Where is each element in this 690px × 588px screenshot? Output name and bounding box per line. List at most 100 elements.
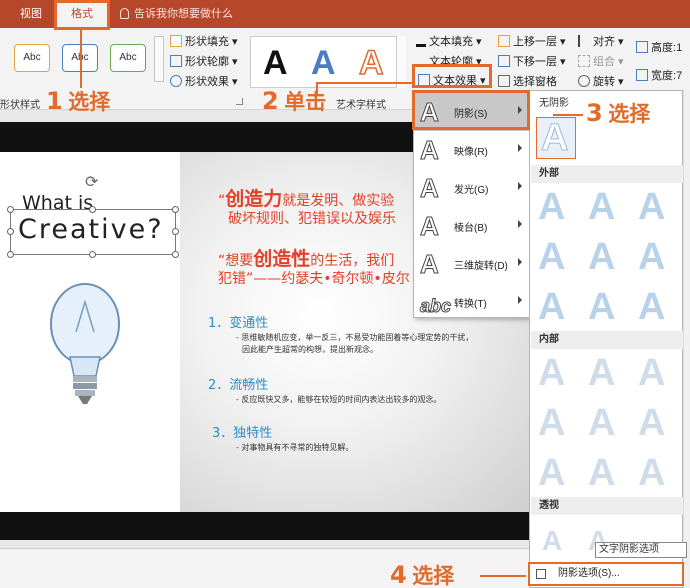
shadow-inner-5[interactable]: A: [588, 403, 615, 443]
menu-item-transform[interactable]: abc 转换(T): [414, 283, 529, 321]
annotation-line: [480, 575, 526, 577]
menu-item-3d-rotation[interactable]: A 三维旋转(D): [414, 245, 529, 283]
chevron-right-icon: [518, 182, 522, 190]
shadow-outer-1[interactable]: A: [538, 187, 565, 227]
tell-me-search[interactable]: 告诉我你想要做什么: [134, 0, 233, 28]
group-button[interactable]: 组合 ▾: [578, 54, 624, 70]
annotation-line: [80, 30, 82, 88]
slide-title-line2[interactable]: Creative?: [18, 214, 164, 245]
chevron-right-icon: [518, 220, 522, 228]
section-desc: - 对事物具有不寻常的独特见解。: [236, 443, 354, 452]
annotation-line: [316, 82, 412, 84]
section-desc: - 思维敏随机应变，举一反三，不易受功能固着等心理定势的干扰， 因此能产生超常的构…: [236, 333, 474, 354]
3d-rotation-icon: A: [420, 249, 440, 280]
selection-pane-icon: [498, 75, 510, 87]
tab-view[interactable]: 视图: [10, 0, 52, 28]
tooltip: 文字阴影选项: [595, 542, 687, 558]
shadow-inner-9[interactable]: A: [638, 453, 665, 493]
selection-pane-button[interactable]: 选择窗格: [498, 74, 557, 90]
annotation-line: [553, 114, 583, 116]
shadow-perspective-1[interactable]: A: [542, 521, 562, 561]
menu-item-bevel[interactable]: A 棱台(B): [414, 207, 529, 245]
shape-styles-group-label: 形状样式: [0, 100, 40, 111]
width-field[interactable]: 宽度:7: [636, 68, 682, 84]
shadow-outer-8[interactable]: A: [588, 287, 615, 327]
shadow-inner-4[interactable]: A: [538, 403, 565, 443]
height-icon: [636, 41, 648, 53]
wordart-sample-blue[interactable]: A: [311, 45, 336, 81]
effects-icon: [170, 75, 182, 87]
wordart-styles-group-label: 艺术字样式: [336, 100, 386, 111]
wordart-scroll[interactable]: [396, 36, 406, 88]
wordart-sample-black[interactable]: A: [263, 45, 288, 81]
shadow-inner-8[interactable]: A: [588, 453, 615, 493]
transform-icon: abc: [419, 296, 452, 317]
shape-styles-scroll[interactable]: [154, 36, 164, 82]
shape-fill-button[interactable]: 形状填充 ▾: [170, 34, 238, 50]
no-shadow-option[interactable]: A: [536, 117, 576, 159]
shadow-outer-9[interactable]: A: [638, 287, 665, 327]
dialog-launcher-icon[interactable]: [236, 98, 243, 105]
height-field[interactable]: 高度:1: [636, 40, 682, 56]
shape-style-sample-1[interactable]: Abc: [14, 44, 50, 72]
resize-handle[interactable]: [7, 251, 14, 258]
resize-handle[interactable]: [89, 251, 96, 258]
shape-outline-button[interactable]: 形状轮廓 ▾: [170, 54, 238, 70]
annotation-box-options: [528, 562, 684, 586]
lightbulb-icon: [120, 8, 129, 19]
shadow-inner-3[interactable]: A: [638, 353, 665, 393]
resize-handle[interactable]: [7, 228, 14, 235]
bring-forward-icon: [498, 35, 510, 47]
no-shadow-sample-icon: A: [540, 117, 569, 159]
paint-bucket-icon: [170, 35, 182, 47]
shadow-inner-6[interactable]: A: [638, 403, 665, 443]
lightbulb-illustration: [50, 283, 120, 404]
section-title: 2．流畅性: [208, 378, 269, 393]
annotation-3: 3 选择: [586, 99, 651, 127]
perspective-header: 透视: [531, 497, 683, 515]
wordart-sample-orange[interactable]: A: [358, 44, 384, 82]
shadow-outer-3[interactable]: A: [638, 187, 665, 227]
align-icon: [578, 35, 590, 47]
resize-handle[interactable]: [172, 206, 179, 213]
rotate-handle-icon[interactable]: ⟳: [85, 172, 98, 191]
bring-forward-button[interactable]: 上移一层 ▾: [498, 34, 566, 50]
resize-handle[interactable]: [7, 206, 14, 213]
group-icon: [578, 55, 590, 67]
shadow-inner-7[interactable]: A: [538, 453, 565, 493]
annotation-1: 1 选择: [46, 87, 111, 115]
glow-icon: A: [420, 173, 440, 204]
shape-effects-button[interactable]: 形状效果 ▾: [170, 74, 238, 90]
rotate-button[interactable]: 旋转 ▾: [578, 74, 624, 90]
shadow-outer-6[interactable]: A: [638, 237, 665, 277]
inner-header: 内部: [531, 331, 683, 349]
resize-handle[interactable]: [89, 206, 96, 213]
shadow-outer-4[interactable]: A: [538, 237, 565, 277]
gallery-scrollbar[interactable]: [683, 90, 690, 588]
shadow-inner-2[interactable]: A: [588, 353, 615, 393]
annotation-2: 2 单击: [262, 87, 327, 115]
send-backward-icon: [498, 55, 510, 67]
annotation-4: 4 选择: [390, 561, 455, 588]
rotate-icon: [578, 75, 590, 87]
section-title: 1．变通性: [208, 316, 269, 331]
text-fill-icon: [416, 35, 426, 47]
shadow-outer-5[interactable]: A: [588, 237, 615, 277]
menu-item-reflection[interactable]: A 映像(R): [414, 131, 529, 169]
menu-item-glow[interactable]: A 发光(G): [414, 169, 529, 207]
text-fill-button[interactable]: 文本填充 ▾: [416, 34, 482, 50]
quote1-line2: 破坏规则、犯错误以及娱乐: [228, 211, 396, 227]
shadow-outer-7[interactable]: A: [538, 287, 565, 327]
quote2-line1: “想要创造性的生活，我们: [218, 248, 395, 270]
send-backward-button[interactable]: 下移一层 ▾: [498, 54, 566, 70]
resize-handle[interactable]: [172, 228, 179, 235]
align-button[interactable]: 对齐 ▾: [578, 34, 624, 50]
chevron-right-icon: [518, 296, 522, 304]
shadow-outer-2[interactable]: A: [588, 187, 615, 227]
shadow-inner-1[interactable]: A: [538, 353, 565, 393]
width-icon: [636, 69, 648, 81]
shape-style-sample-3[interactable]: Abc: [110, 44, 146, 72]
powerpoint-window: 视图 格式 告诉我你想要做什么 Abc Abc Abc 形状填充 ▾ 形状轮廓 …: [0, 0, 690, 588]
chevron-right-icon: [518, 258, 522, 266]
resize-handle[interactable]: [172, 251, 179, 258]
